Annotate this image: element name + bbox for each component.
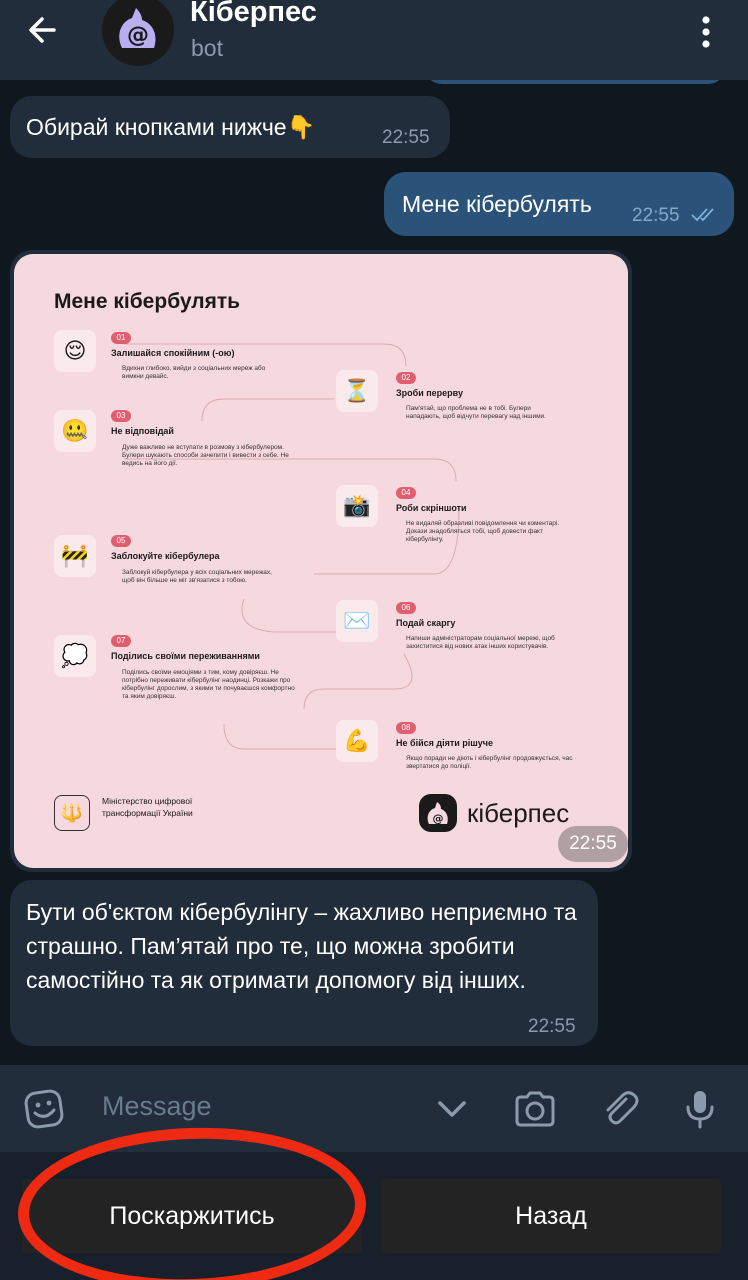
back-keyboard-button[interactable]: Назад xyxy=(381,1179,721,1253)
step-emoji: ⏳ xyxy=(336,370,378,412)
step-number: 08 xyxy=(396,722,416,734)
image-time-badge: 22:55 xyxy=(558,826,628,862)
step-number: 03 xyxy=(111,410,131,422)
chat-header: @ Кіберпес bot xyxy=(0,0,748,80)
step-desc: Вдихни глибоко, вийди з соціальних мереж… xyxy=(122,365,266,380)
step-desc: Якщо поради не діють і кібербулінг продо… xyxy=(406,755,573,770)
step-title: Подай скаргу xyxy=(396,618,456,628)
step-number: 04 xyxy=(396,487,416,499)
step-emoji: ✉️ xyxy=(336,600,378,642)
message-text: Бути об'єктом кібербулінгу – жахливо неп… xyxy=(26,899,577,993)
step-emoji: 😌 xyxy=(54,330,96,372)
more-menu-button[interactable] xyxy=(686,10,726,54)
voice-message-button[interactable] xyxy=(678,1087,722,1131)
step-number: 07 xyxy=(111,635,131,647)
emoji-icon xyxy=(24,1089,64,1129)
previous-message-bubble xyxy=(424,80,726,84)
collapse-keyboard-button[interactable] xyxy=(430,1087,474,1131)
step-desc: Не видаляй образливі повідомлення чи ком… xyxy=(406,520,560,543)
step-emoji: 📸 xyxy=(336,485,378,527)
camera-icon xyxy=(515,1091,555,1127)
back-button[interactable] xyxy=(22,8,66,52)
camera-button[interactable] xyxy=(513,1087,557,1131)
back-arrow-icon xyxy=(29,17,56,43)
step-desc: Напиши адміністраторам соціальної мережі… xyxy=(406,635,555,650)
message-input[interactable]: Message xyxy=(102,1091,212,1122)
chat-title[interactable]: Кіберпес xyxy=(190,0,317,29)
trident-icon: 🔱 xyxy=(54,795,90,831)
infographic-image[interactable]: Мене кібербулять 😌 01 Залишайся спокійни… xyxy=(14,254,628,868)
attach-button[interactable] xyxy=(598,1087,642,1131)
step-desc: Заблокуй кібербулера у всіх соціальних м… xyxy=(122,569,272,584)
emoji-button[interactable] xyxy=(22,1087,66,1131)
step-desc: Поділись своїми емоціями з тим, кому дов… xyxy=(122,669,295,700)
message-list[interactable]: Обирай кнопками нижче👇 22:55 Мене кіберб… xyxy=(0,80,748,1065)
step-emoji: 🤐 xyxy=(54,410,96,452)
message-time: 22:55 xyxy=(632,205,680,226)
step-title: Не бійся діяти рішуче xyxy=(396,738,493,748)
step-title: Заблокуйте кібербулера xyxy=(111,551,220,561)
incoming-message[interactable]: Обирай кнопками нижче👇 22:55 xyxy=(10,96,450,158)
step-emoji: 💭 xyxy=(54,635,96,677)
step-title: Роби скріншоти xyxy=(396,503,467,513)
infographic-title: Мене кібербулять xyxy=(54,290,241,313)
ministry-name: Міністерство цифрової трансформації Укра… xyxy=(102,796,193,818)
microphone-icon xyxy=(686,1091,714,1129)
svg-text:@: @ xyxy=(127,23,149,48)
step-number: 05 xyxy=(111,535,131,547)
double-check-icon xyxy=(691,208,714,222)
message-text: Обирай кнопками нижче👇 xyxy=(26,114,316,140)
paperclip-icon xyxy=(606,1091,639,1125)
kiberpes-logo-icon: @ xyxy=(419,794,457,832)
step-desc: Пам'ятай, що проблема не в тобі. Булери … xyxy=(406,405,546,420)
brand-name: кіберпес xyxy=(467,798,570,828)
step-title: Поділись своїми переживаннями xyxy=(111,651,260,661)
step-number: 06 xyxy=(396,602,416,614)
incoming-message[interactable]: Бути об'єктом кібербулінгу – жахливо неп… xyxy=(10,880,598,1046)
step-number: 01 xyxy=(111,332,131,344)
chat-subtitle: bot xyxy=(191,35,223,61)
step-title: Зроби перерву xyxy=(396,388,463,398)
message-time: 22:55 xyxy=(528,1016,576,1037)
step-emoji: 💪 xyxy=(336,720,378,762)
connector-lines xyxy=(124,343,460,750)
image-message[interactable]: Мене кібербулять 😌 01 Залишайся спокійни… xyxy=(10,250,632,872)
message-time: 22:55 xyxy=(382,127,430,148)
svg-text:@: @ xyxy=(433,812,444,825)
chevron-down-icon xyxy=(438,1101,466,1117)
more-vertical-icon xyxy=(702,16,710,48)
step-desc: Дуже важливо не вступати в розмову з кіб… xyxy=(122,444,289,467)
ministry-logo: 🔱 Міністерство цифрової трансформації Ук… xyxy=(54,795,254,835)
kiberpes-logo-icon: @ xyxy=(102,0,174,66)
step-title: Залишайся спокійним (-ою) xyxy=(111,348,235,358)
outgoing-message[interactable]: Мене кібербулять 22:55 xyxy=(384,172,734,236)
message-text: Мене кібербулять xyxy=(402,191,592,217)
bot-avatar[interactable]: @ xyxy=(102,0,174,66)
step-emoji: 🚧 xyxy=(54,535,96,577)
step-title: Не відповідай xyxy=(111,426,174,436)
step-number: 02 xyxy=(396,372,416,384)
